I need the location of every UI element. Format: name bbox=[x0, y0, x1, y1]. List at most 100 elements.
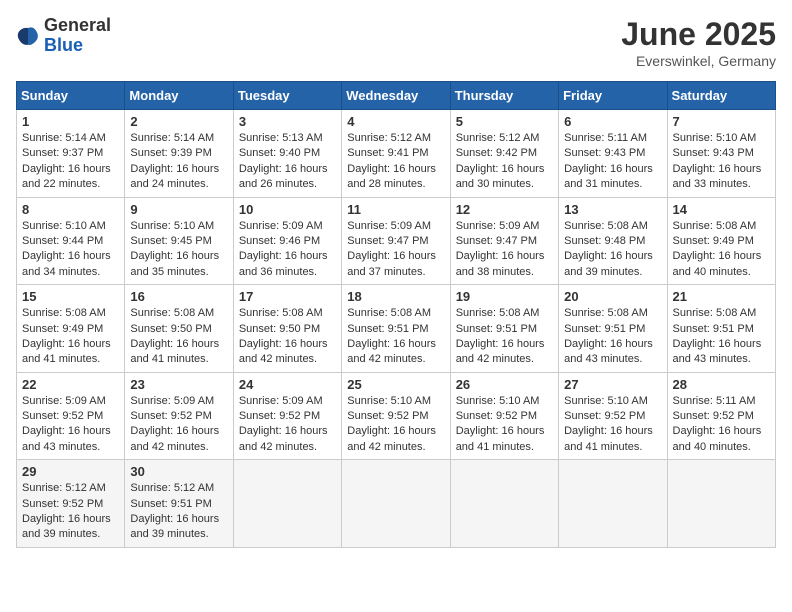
calendar-cell: 27 Sunrise: 5:10 AM Sunset: 9:52 PM Dayl… bbox=[559, 372, 667, 460]
calendar-cell: 24 Sunrise: 5:09 AM Sunset: 9:52 PM Dayl… bbox=[233, 372, 341, 460]
day-info: Sunrise: 5:10 AM Sunset: 9:52 PM Dayligh… bbox=[564, 394, 661, 456]
day-info: Sunrise: 5:08 AM Sunset: 9:51 PM Dayligh… bbox=[564, 306, 661, 368]
day-number: 23 bbox=[130, 377, 227, 392]
day-info: Sunrise: 5:10 AM Sunset: 9:52 PM Dayligh… bbox=[347, 394, 444, 456]
col-thursday: Thursday bbox=[450, 82, 558, 110]
calendar-cell: 30 Sunrise: 5:12 AM Sunset: 9:51 PM Dayl… bbox=[125, 460, 233, 548]
calendar-cell: 22 Sunrise: 5:09 AM Sunset: 9:52 PM Dayl… bbox=[17, 372, 125, 460]
calendar-cell: 14 Sunrise: 5:08 AM Sunset: 9:49 PM Dayl… bbox=[667, 197, 775, 285]
col-friday: Friday bbox=[559, 82, 667, 110]
calendar-cell: 1 Sunrise: 5:14 AM Sunset: 9:37 PM Dayli… bbox=[17, 110, 125, 198]
calendar-cell: 21 Sunrise: 5:08 AM Sunset: 9:51 PM Dayl… bbox=[667, 285, 775, 373]
day-number: 9 bbox=[130, 202, 227, 217]
day-number: 12 bbox=[456, 202, 553, 217]
day-number: 4 bbox=[347, 114, 444, 129]
day-info: Sunrise: 5:12 AM Sunset: 9:52 PM Dayligh… bbox=[22, 481, 119, 543]
day-number: 24 bbox=[239, 377, 336, 392]
calendar-cell: 15 Sunrise: 5:08 AM Sunset: 9:49 PM Dayl… bbox=[17, 285, 125, 373]
day-number: 19 bbox=[456, 289, 553, 304]
calendar-cell bbox=[450, 460, 558, 548]
calendar-cell: 3 Sunrise: 5:13 AM Sunset: 9:40 PM Dayli… bbox=[233, 110, 341, 198]
day-info: Sunrise: 5:11 AM Sunset: 9:43 PM Dayligh… bbox=[564, 131, 661, 193]
col-saturday: Saturday bbox=[667, 82, 775, 110]
calendar-cell: 10 Sunrise: 5:09 AM Sunset: 9:46 PM Dayl… bbox=[233, 197, 341, 285]
calendar-cell: 17 Sunrise: 5:08 AM Sunset: 9:50 PM Dayl… bbox=[233, 285, 341, 373]
day-number: 14 bbox=[673, 202, 770, 217]
calendar-cell: 9 Sunrise: 5:10 AM Sunset: 9:45 PM Dayli… bbox=[125, 197, 233, 285]
day-number: 27 bbox=[564, 377, 661, 392]
day-info: Sunrise: 5:10 AM Sunset: 9:44 PM Dayligh… bbox=[22, 219, 119, 281]
day-info: Sunrise: 5:13 AM Sunset: 9:40 PM Dayligh… bbox=[239, 131, 336, 193]
day-info: Sunrise: 5:08 AM Sunset: 9:51 PM Dayligh… bbox=[347, 306, 444, 368]
day-info: Sunrise: 5:08 AM Sunset: 9:50 PM Dayligh… bbox=[130, 306, 227, 368]
day-info: Sunrise: 5:12 AM Sunset: 9:51 PM Dayligh… bbox=[130, 481, 227, 543]
day-number: 13 bbox=[564, 202, 661, 217]
logo-icon bbox=[16, 24, 40, 48]
calendar-cell: 23 Sunrise: 5:09 AM Sunset: 9:52 PM Dayl… bbox=[125, 372, 233, 460]
calendar-cell: 29 Sunrise: 5:12 AM Sunset: 9:52 PM Dayl… bbox=[17, 460, 125, 548]
day-info: Sunrise: 5:09 AM Sunset: 9:46 PM Dayligh… bbox=[239, 219, 336, 281]
day-info: Sunrise: 5:08 AM Sunset: 9:49 PM Dayligh… bbox=[22, 306, 119, 368]
day-number: 5 bbox=[456, 114, 553, 129]
calendar-cell: 16 Sunrise: 5:08 AM Sunset: 9:50 PM Dayl… bbox=[125, 285, 233, 373]
day-info: Sunrise: 5:11 AM Sunset: 9:52 PM Dayligh… bbox=[673, 394, 770, 456]
day-info: Sunrise: 5:09 AM Sunset: 9:47 PM Dayligh… bbox=[347, 219, 444, 281]
calendar-cell: 12 Sunrise: 5:09 AM Sunset: 9:47 PM Dayl… bbox=[450, 197, 558, 285]
logo: General Blue bbox=[16, 16, 111, 56]
day-info: Sunrise: 5:09 AM Sunset: 9:47 PM Dayligh… bbox=[456, 219, 553, 281]
calendar-cell: 4 Sunrise: 5:12 AM Sunset: 9:41 PM Dayli… bbox=[342, 110, 450, 198]
week-row-5: 29 Sunrise: 5:12 AM Sunset: 9:52 PM Dayl… bbox=[17, 460, 776, 548]
calendar-cell: 7 Sunrise: 5:10 AM Sunset: 9:43 PM Dayli… bbox=[667, 110, 775, 198]
calendar-cell: 8 Sunrise: 5:10 AM Sunset: 9:44 PM Dayli… bbox=[17, 197, 125, 285]
calendar-cell bbox=[233, 460, 341, 548]
col-monday: Monday bbox=[125, 82, 233, 110]
week-row-2: 8 Sunrise: 5:10 AM Sunset: 9:44 PM Dayli… bbox=[17, 197, 776, 285]
day-number: 22 bbox=[22, 377, 119, 392]
day-number: 29 bbox=[22, 464, 119, 479]
calendar-cell: 19 Sunrise: 5:08 AM Sunset: 9:51 PM Dayl… bbox=[450, 285, 558, 373]
day-info: Sunrise: 5:09 AM Sunset: 9:52 PM Dayligh… bbox=[239, 394, 336, 456]
day-info: Sunrise: 5:08 AM Sunset: 9:48 PM Dayligh… bbox=[564, 219, 661, 281]
day-number: 8 bbox=[22, 202, 119, 217]
day-info: Sunrise: 5:09 AM Sunset: 9:52 PM Dayligh… bbox=[22, 394, 119, 456]
day-number: 2 bbox=[130, 114, 227, 129]
page-header: General Blue June 2025 Everswinkel, Germ… bbox=[16, 16, 776, 69]
col-tuesday: Tuesday bbox=[233, 82, 341, 110]
day-number: 7 bbox=[673, 114, 770, 129]
calendar-cell: 25 Sunrise: 5:10 AM Sunset: 9:52 PM Dayl… bbox=[342, 372, 450, 460]
day-number: 25 bbox=[347, 377, 444, 392]
location: Everswinkel, Germany bbox=[621, 53, 776, 69]
calendar-cell: 6 Sunrise: 5:11 AM Sunset: 9:43 PM Dayli… bbox=[559, 110, 667, 198]
day-number: 20 bbox=[564, 289, 661, 304]
day-info: Sunrise: 5:08 AM Sunset: 9:50 PM Dayligh… bbox=[239, 306, 336, 368]
calendar-cell: 2 Sunrise: 5:14 AM Sunset: 9:39 PM Dayli… bbox=[125, 110, 233, 198]
day-info: Sunrise: 5:08 AM Sunset: 9:51 PM Dayligh… bbox=[456, 306, 553, 368]
day-info: Sunrise: 5:09 AM Sunset: 9:52 PM Dayligh… bbox=[130, 394, 227, 456]
calendar-cell bbox=[342, 460, 450, 548]
col-sunday: Sunday bbox=[17, 82, 125, 110]
calendar-cell: 13 Sunrise: 5:08 AM Sunset: 9:48 PM Dayl… bbox=[559, 197, 667, 285]
day-info: Sunrise: 5:08 AM Sunset: 9:49 PM Dayligh… bbox=[673, 219, 770, 281]
month-year: June 2025 bbox=[621, 16, 776, 53]
calendar-cell: 20 Sunrise: 5:08 AM Sunset: 9:51 PM Dayl… bbox=[559, 285, 667, 373]
calendar-cell: 28 Sunrise: 5:11 AM Sunset: 9:52 PM Dayl… bbox=[667, 372, 775, 460]
calendar-cell: 18 Sunrise: 5:08 AM Sunset: 9:51 PM Dayl… bbox=[342, 285, 450, 373]
week-row-3: 15 Sunrise: 5:08 AM Sunset: 9:49 PM Dayl… bbox=[17, 285, 776, 373]
day-number: 21 bbox=[673, 289, 770, 304]
week-row-4: 22 Sunrise: 5:09 AM Sunset: 9:52 PM Dayl… bbox=[17, 372, 776, 460]
day-info: Sunrise: 5:08 AM Sunset: 9:51 PM Dayligh… bbox=[673, 306, 770, 368]
week-row-1: 1 Sunrise: 5:14 AM Sunset: 9:37 PM Dayli… bbox=[17, 110, 776, 198]
day-info: Sunrise: 5:14 AM Sunset: 9:37 PM Dayligh… bbox=[22, 131, 119, 193]
day-info: Sunrise: 5:12 AM Sunset: 9:41 PM Dayligh… bbox=[347, 131, 444, 193]
day-info: Sunrise: 5:10 AM Sunset: 9:52 PM Dayligh… bbox=[456, 394, 553, 456]
day-number: 6 bbox=[564, 114, 661, 129]
calendar-cell: 26 Sunrise: 5:10 AM Sunset: 9:52 PM Dayl… bbox=[450, 372, 558, 460]
logo-text: General Blue bbox=[44, 16, 111, 56]
day-number: 3 bbox=[239, 114, 336, 129]
day-info: Sunrise: 5:12 AM Sunset: 9:42 PM Dayligh… bbox=[456, 131, 553, 193]
calendar-cell: 11 Sunrise: 5:09 AM Sunset: 9:47 PM Dayl… bbox=[342, 197, 450, 285]
day-info: Sunrise: 5:10 AM Sunset: 9:43 PM Dayligh… bbox=[673, 131, 770, 193]
day-number: 26 bbox=[456, 377, 553, 392]
day-info: Sunrise: 5:14 AM Sunset: 9:39 PM Dayligh… bbox=[130, 131, 227, 193]
day-number: 16 bbox=[130, 289, 227, 304]
